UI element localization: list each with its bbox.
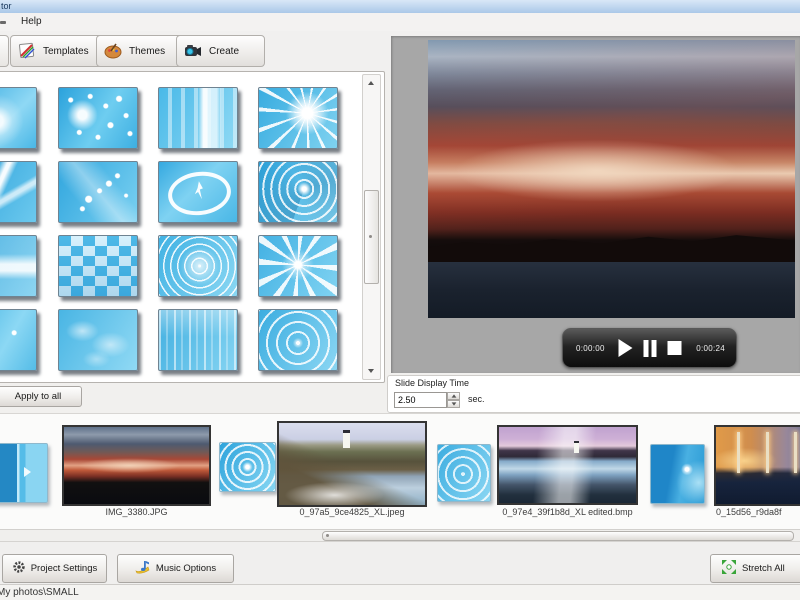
scroll-up-icon[interactable] — [363, 75, 378, 91]
tab-create[interactable]: Create — [176, 35, 265, 67]
filmstrip-photo-4[interactable] — [714, 425, 800, 506]
ship-mast — [793, 431, 797, 474]
photo-filename: 0_15d56_r9da8f — [716, 507, 782, 517]
filmstrip-transition-wave[interactable] — [650, 444, 705, 504]
play-icon[interactable] — [618, 339, 632, 357]
title-bar[interactable]: tor — [0, 0, 800, 13]
menu-item-clipped[interactable] — [0, 21, 6, 24]
photo-filename: 0_97a5_9ce4825_XL.jpeg — [299, 507, 405, 517]
filmstrip-transition-page-turn[interactable] — [0, 443, 48, 503]
transition-soft-blur[interactable] — [58, 309, 138, 371]
window-title: tor — [1, 1, 12, 11]
transition-water-splash[interactable] — [0, 87, 37, 149]
music-note-icon — [135, 560, 151, 578]
tab-label: Templates — [43, 45, 89, 57]
filmstrip-transition-ripple[interactable] — [437, 444, 491, 502]
transition-sparkle-stars[interactable] — [58, 87, 138, 149]
filmstrip-photo-2[interactable] — [277, 421, 427, 507]
stretch-all-button[interactable]: Stretch All — [710, 554, 800, 583]
scrollbar-thumb[interactable] — [364, 190, 379, 284]
spinner-up-icon[interactable] — [447, 392, 460, 400]
spinner-down-icon[interactable] — [447, 400, 460, 408]
scrollbar-thumb[interactable] — [322, 531, 794, 541]
filmstrip-photo-3[interactable] — [497, 425, 638, 505]
music-options-button[interactable]: Music Options — [117, 554, 234, 583]
ship-mast — [737, 431, 741, 474]
stop-icon[interactable] — [667, 341, 681, 355]
pencil-template-icon — [17, 41, 37, 61]
palette-icon — [103, 41, 123, 61]
stretch-arrows-icon — [721, 559, 737, 578]
transition-plain-fade[interactable] — [0, 309, 37, 371]
photo-filename: IMG_3380.JPG — [105, 507, 168, 517]
tab-label: Themes — [129, 45, 166, 57]
slide-display-time-label: Slide Display Time — [395, 378, 470, 388]
scroll-down-icon[interactable] — [363, 363, 378, 379]
playback-bar: 0:00:00 0:00:24 — [562, 328, 737, 368]
transition-starburst[interactable] — [258, 87, 338, 149]
button-label: Stretch All — [742, 563, 785, 574]
lighthouse — [343, 430, 351, 449]
tab-label: Create — [209, 45, 240, 57]
slide-time-unit: sec. — [468, 394, 485, 404]
preview-photo-sunset — [428, 40, 795, 318]
lighthouse — [574, 440, 580, 453]
transition-vertical-blinds[interactable] — [158, 87, 238, 149]
transition-vortex-swirl[interactable] — [258, 161, 338, 223]
filmstrip-photo-1[interactable] — [62, 425, 211, 506]
apply-to-all-button[interactable]: Apply to all — [0, 386, 82, 407]
status-bar: My photos\SMALL — [0, 584, 800, 600]
tab-clipped[interactable] — [0, 35, 9, 67]
slide-time-input[interactable] — [394, 392, 447, 408]
ship-mast — [765, 431, 769, 474]
menu-item-help[interactable]: Help — [17, 15, 46, 28]
transitions-panel — [0, 71, 385, 383]
bottom-toolbar: Project Settings Music Options Stretch A… — [0, 541, 800, 585]
menu-bar: Help — [0, 13, 800, 32]
slide-display-time-box: Slide Display Time sec. — [387, 375, 800, 413]
app-window: tor Help Templates Themes Create Apply t… — [0, 0, 800, 600]
transition-water-ripples[interactable] — [258, 309, 338, 371]
filmstrip-transition-swirl[interactable] — [219, 442, 276, 492]
transition-spiral[interactable] — [158, 235, 238, 297]
gear-icon — [12, 560, 26, 577]
transition-star-scatter[interactable] — [58, 161, 138, 223]
slide-time-spinner — [447, 392, 460, 408]
photo-filename: 0_97e4_39f1b8d_XL edited.bmp — [502, 507, 633, 517]
video-camera-icon — [183, 41, 203, 61]
button-label: Project Settings — [30, 563, 98, 574]
land-silhouette — [428, 235, 795, 263]
button-label: Music Options — [155, 563, 217, 574]
filmstrip: IMG_3380.JPG 0_97a5_9ce4825_XL.jpeg 0_97… — [0, 413, 800, 530]
transition-gradient-wipe[interactable] — [0, 235, 37, 297]
elapsed-time: 0:00:00 — [576, 344, 605, 353]
project-settings-button[interactable]: Project Settings — [2, 554, 107, 583]
transition-checkerboard[interactable] — [58, 235, 138, 297]
status-text: My photos\SMALL — [0, 587, 79, 598]
transitions-scrollbar[interactable] — [362, 74, 381, 380]
transition-circle-loop[interactable] — [158, 161, 238, 223]
total-time: 0:00:24 — [696, 344, 725, 353]
transition-rain-streaks[interactable] — [158, 309, 238, 371]
pause-icon[interactable] — [643, 339, 656, 357]
transition-ray-burst[interactable] — [258, 235, 338, 297]
transition-lightning[interactable] — [0, 161, 37, 223]
preview-area: 0:00:00 0:00:24 — [391, 36, 800, 373]
